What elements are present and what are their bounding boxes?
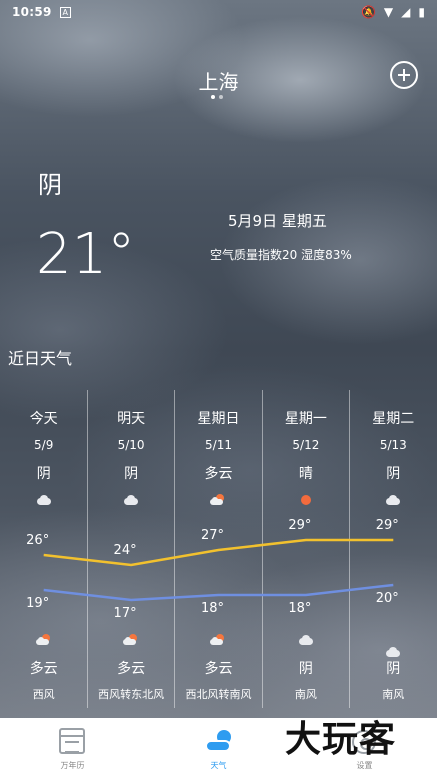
watermark: 大玩客 (285, 718, 397, 760)
low-temp: 19° (26, 596, 50, 611)
partly-cloudy-icon (123, 634, 139, 646)
notification-icon: A (59, 6, 71, 18)
status-time: 10:59 (12, 5, 52, 19)
day-date: 5/12 (292, 438, 320, 452)
day-name: 星期日 (197, 411, 240, 427)
partly-cloudy-icon (35, 634, 52, 646)
day-date: 5/11 (205, 438, 232, 452)
day-name: 星期一 (284, 411, 327, 427)
high-temp: 24° (113, 543, 137, 558)
battery-icon: ▮ (418, 5, 425, 19)
wind: 南风 (382, 688, 405, 701)
cloud-icon (36, 494, 52, 506)
night-condition: 多云 (204, 661, 233, 677)
forecast-day[interactable]: 星期二 5/13 阴 29° 20° 阴 南风 (350, 390, 437, 708)
day-date: 5/13 (379, 438, 407, 452)
day-name: 明天 (117, 411, 146, 427)
day-date: 5/9 (34, 438, 54, 452)
low-temp: 18° (288, 601, 312, 616)
calendar-icon (59, 728, 85, 754)
wifi-icon: ▼ (383, 5, 394, 19)
high-temp: 27° (200, 528, 224, 543)
forecast-day[interactable]: 明天 5/10 阴 24° 17° 多云 西风转东北风 (87, 390, 174, 708)
night-condition: 阴 (386, 661, 401, 677)
forecast-day[interactable]: 星期一 5/12 晴 29° 18° 阴 南风 (262, 390, 349, 708)
night-condition: 阴 (298, 661, 313, 677)
partly-cloudy-icon (210, 494, 226, 506)
wind: 南风 (294, 688, 317, 701)
status-bar: 10:59 A 🔕 ▼ ◢ ▮ (0, 0, 437, 24)
city-name[interactable]: 上海 (0, 66, 437, 95)
partly-cloudy-icon (210, 634, 226, 646)
wind: 西风转东北风 (98, 688, 165, 701)
night-condition: 多云 (29, 661, 58, 677)
night-condition: 多云 (117, 661, 146, 677)
day-condition: 阴 (386, 466, 401, 482)
day-condition: 晴 (298, 466, 313, 482)
day-name: 今天 (29, 411, 58, 427)
weather-icon (203, 728, 235, 754)
low-temp: 20° (375, 591, 399, 606)
cloud-icon (385, 494, 401, 506)
nav-label: 万年历 (60, 761, 85, 770)
page-dot-1 (211, 95, 215, 99)
day-date: 5/10 (117, 438, 145, 452)
wind: 西北风转南风 (185, 688, 252, 701)
current-date: 5月9日 星期五 (228, 212, 327, 230)
current-temperature: 21° (36, 222, 136, 287)
add-city-button[interactable] (390, 61, 418, 89)
low-temp: 18° (200, 601, 224, 616)
forecast-panel: 今天 5/9 阴 26° 19° 多云 西风 明天 5/10 阴 24° 17°… (0, 390, 437, 708)
mute-icon: 🔕 (360, 5, 376, 19)
status-icons: 🔕 ▼ ◢ ▮ (361, 5, 425, 19)
high-temp: 26° (26, 533, 50, 548)
high-temp: 29° (288, 518, 312, 533)
low-temp: 17° (113, 606, 137, 621)
air-quality-humidity: 空气质量指数20 湿度83% (210, 248, 352, 262)
nav-label: 天气 (210, 761, 227, 770)
current-condition: 阴 (38, 171, 62, 199)
forecast-day[interactable]: 星期日 5/11 多云 27° 18° 多云 西北风转南风 (175, 390, 262, 708)
day-name: 星期二 (372, 411, 415, 427)
signal-icon: ◢ (401, 5, 411, 19)
page-indicator (211, 95, 223, 99)
day-condition: 阴 (124, 466, 139, 482)
wind: 西风 (32, 688, 55, 701)
sun-icon (298, 494, 314, 506)
nav-weather[interactable]: 天气 (146, 718, 291, 776)
forecast-title: 近日天气 (8, 349, 73, 368)
forecast-day[interactable]: 今天 5/9 阴 26° 19° 多云 西风 (0, 390, 87, 708)
high-temp: 29° (375, 518, 399, 533)
cloud-icon (385, 646, 401, 658)
page-dot-2 (219, 95, 223, 99)
nav-calendar[interactable]: 万年历 (0, 718, 145, 776)
cloud-icon (298, 634, 314, 646)
day-condition: 多云 (204, 466, 233, 482)
day-condition: 阴 (36, 466, 51, 482)
cloud-icon (123, 494, 139, 506)
